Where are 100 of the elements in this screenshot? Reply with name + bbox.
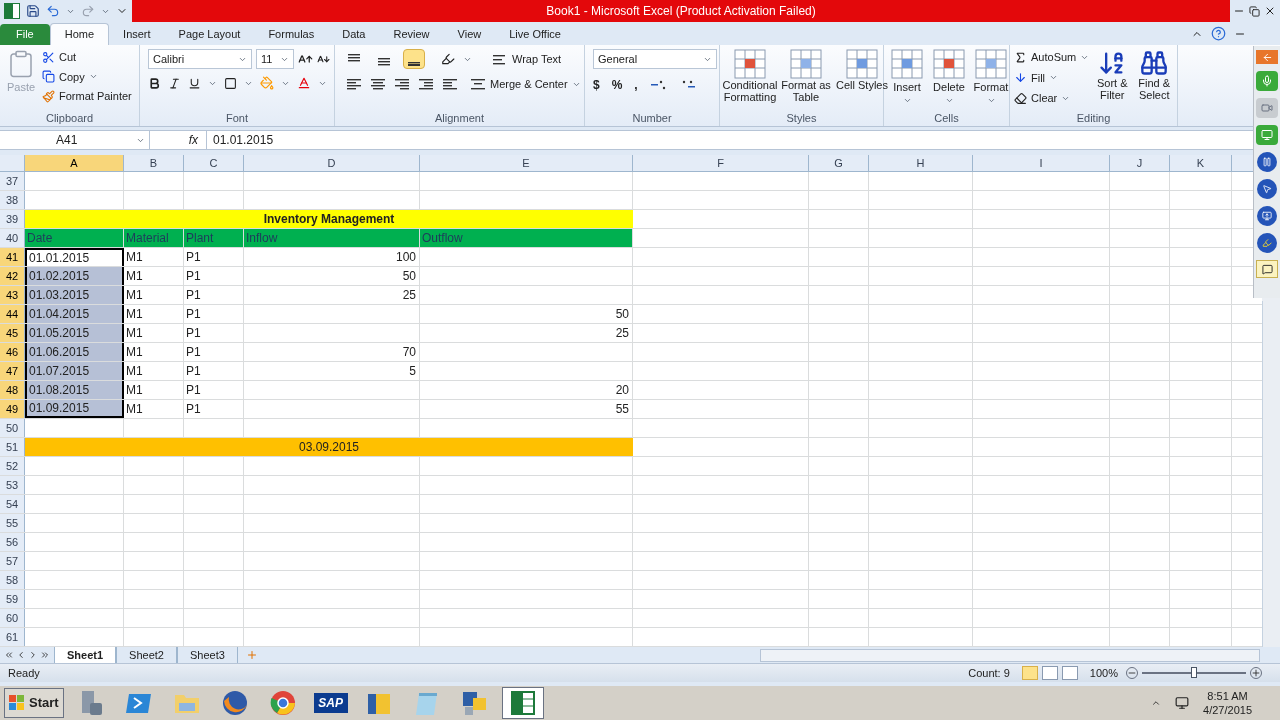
row-header[interactable]: 54 [0, 495, 25, 513]
number-style-button[interactable]: % [611, 76, 623, 94]
column-header[interactable]: C [184, 155, 244, 171]
merge-center-button[interactable]: Merge & Center [470, 76, 581, 93]
column-header[interactable]: K [1170, 155, 1232, 171]
help-icon[interactable] [1211, 26, 1226, 41]
column-header[interactable]: B [124, 155, 184, 171]
row-header[interactable]: 49 [0, 400, 25, 418]
autosum-button[interactable]: AutoSum [1014, 49, 1090, 66]
row-header[interactable]: 59 [0, 590, 25, 608]
fill-button[interactable]: Fill [1014, 69, 1090, 86]
zoom-thumb[interactable] [1191, 667, 1197, 678]
zoom-in-icon[interactable] [1250, 667, 1262, 679]
row-header[interactable]: 38 [0, 191, 25, 209]
font-family-dropdown[interactable]: Calibri [148, 49, 252, 69]
increase-decimal-icon[interactable] [649, 78, 668, 92]
next-sheet-icon[interactable] [28, 650, 38, 660]
number-format-dropdown[interactable]: General [593, 49, 717, 69]
column-header[interactable]: F [633, 155, 809, 171]
style-button[interactable]: Conditional Formatting [724, 49, 776, 103]
cells-button[interactable]: Insert [888, 49, 926, 105]
clear-button[interactable]: Clear [1014, 90, 1090, 107]
column-header[interactable]: I [973, 155, 1110, 171]
taskbar-app[interactable] [501, 687, 544, 719]
bold-icon[interactable] [148, 76, 161, 90]
decrease-indent-icon[interactable] [418, 77, 434, 92]
cells-button[interactable]: Delete [930, 49, 968, 105]
row-header[interactable]: 41 [0, 248, 25, 266]
row-header[interactable]: 55 [0, 514, 25, 532]
row-header[interactable]: 52 [0, 457, 25, 475]
pause-icon[interactable] [1262, 157, 1272, 167]
ribbon-tab[interactable]: View [443, 23, 496, 45]
row-header[interactable]: 51 [0, 438, 25, 456]
font-color-icon[interactable] [297, 76, 311, 90]
vertical-scrollbar[interactable] [1262, 301, 1280, 647]
align-center-icon[interactable] [370, 77, 386, 92]
wrap-text-icon[interactable] [492, 52, 508, 66]
save-icon[interactable] [26, 4, 40, 18]
column-header[interactable]: H [869, 155, 973, 171]
row-header[interactable]: 57 [0, 552, 25, 570]
align-left-icon[interactable] [346, 77, 362, 92]
align-right-icon[interactable] [394, 77, 410, 92]
pointer-icon[interactable] [1262, 184, 1272, 194]
style-button[interactable]: Format as Table [780, 49, 832, 103]
view-button[interactable] [1041, 666, 1058, 680]
number-style-button[interactable]: $ [593, 76, 600, 94]
first-sheet-icon[interactable] [4, 650, 14, 660]
back-icon[interactable] [1261, 51, 1273, 63]
name-box[interactable]: A41 [0, 131, 150, 149]
cells-button[interactable]: Format [972, 49, 1010, 105]
screen-share-icon[interactable] [1262, 211, 1272, 221]
ribbon-tab[interactable]: Review [379, 23, 444, 45]
ribbon-tab[interactable]: Formulas [254, 23, 329, 45]
row-header[interactable]: 60 [0, 609, 25, 627]
ribbon-tab[interactable]: Home [49, 23, 110, 45]
style-button[interactable]: Cell Styles [836, 49, 888, 103]
sheet-tab[interactable]: Sheet1 [54, 647, 117, 663]
sheet-tab[interactable]: Sheet3 [176, 647, 238, 663]
restore-icon[interactable] [1249, 5, 1260, 17]
row-header[interactable]: 58 [0, 571, 25, 589]
italic-icon[interactable] [168, 76, 181, 90]
sheet-tab[interactable]: Sheet2 [116, 647, 177, 663]
network-icon[interactable] [1175, 696, 1190, 710]
format-painter-button[interactable]: Format Painter [42, 88, 132, 105]
column-header[interactable]: J [1110, 155, 1170, 171]
ribbon-tab[interactable]: File [0, 24, 50, 45]
editing-button[interactable]: Find & Select [1135, 49, 1174, 107]
row-header[interactable]: 50 [0, 419, 25, 437]
taskbar-app[interactable]: SAP [309, 687, 352, 719]
borders-icon[interactable] [224, 76, 237, 90]
close-icon[interactable] [1264, 5, 1276, 17]
row-header[interactable]: 46 [0, 343, 25, 361]
underline-icon[interactable] [188, 76, 201, 90]
row-header[interactable]: 61 [0, 628, 25, 646]
editing-button[interactable]: Sort & Filter [1093, 49, 1132, 107]
column-header[interactable]: D [244, 155, 420, 171]
row-header[interactable]: 47 [0, 362, 25, 380]
tray-expand-icon[interactable] [1151, 698, 1162, 708]
last-sheet-icon[interactable] [40, 650, 50, 660]
cut-button[interactable]: Cut [42, 49, 132, 66]
font-size-dropdown[interactable]: 11 [256, 49, 294, 69]
column-header[interactable]: G [809, 155, 869, 171]
prev-sheet-icon[interactable] [16, 650, 26, 660]
horizontal-scrollbar[interactable] [760, 648, 1260, 662]
row-header[interactable]: 44 [0, 305, 25, 323]
row-header[interactable]: 48 [0, 381, 25, 399]
microphone-icon[interactable] [1261, 75, 1273, 87]
ribbon-tab[interactable]: Page Layout [164, 23, 255, 45]
wrap-text-button[interactable]: Wrap Text [492, 50, 562, 68]
row-header[interactable]: 39 [0, 210, 25, 228]
row-header[interactable]: 56 [0, 533, 25, 551]
column-header[interactable]: A [25, 155, 124, 171]
view-button[interactable] [1061, 666, 1078, 680]
row-header[interactable]: 43 [0, 286, 25, 304]
ribbon-tab[interactable]: Data [328, 23, 380, 45]
row-header[interactable]: 42 [0, 267, 25, 285]
function-button[interactable]: fx [150, 131, 206, 149]
number-style-button[interactable]: , [634, 76, 638, 94]
row-header[interactable]: 37 [0, 172, 25, 190]
row-header[interactable]: 40 [0, 229, 25, 247]
